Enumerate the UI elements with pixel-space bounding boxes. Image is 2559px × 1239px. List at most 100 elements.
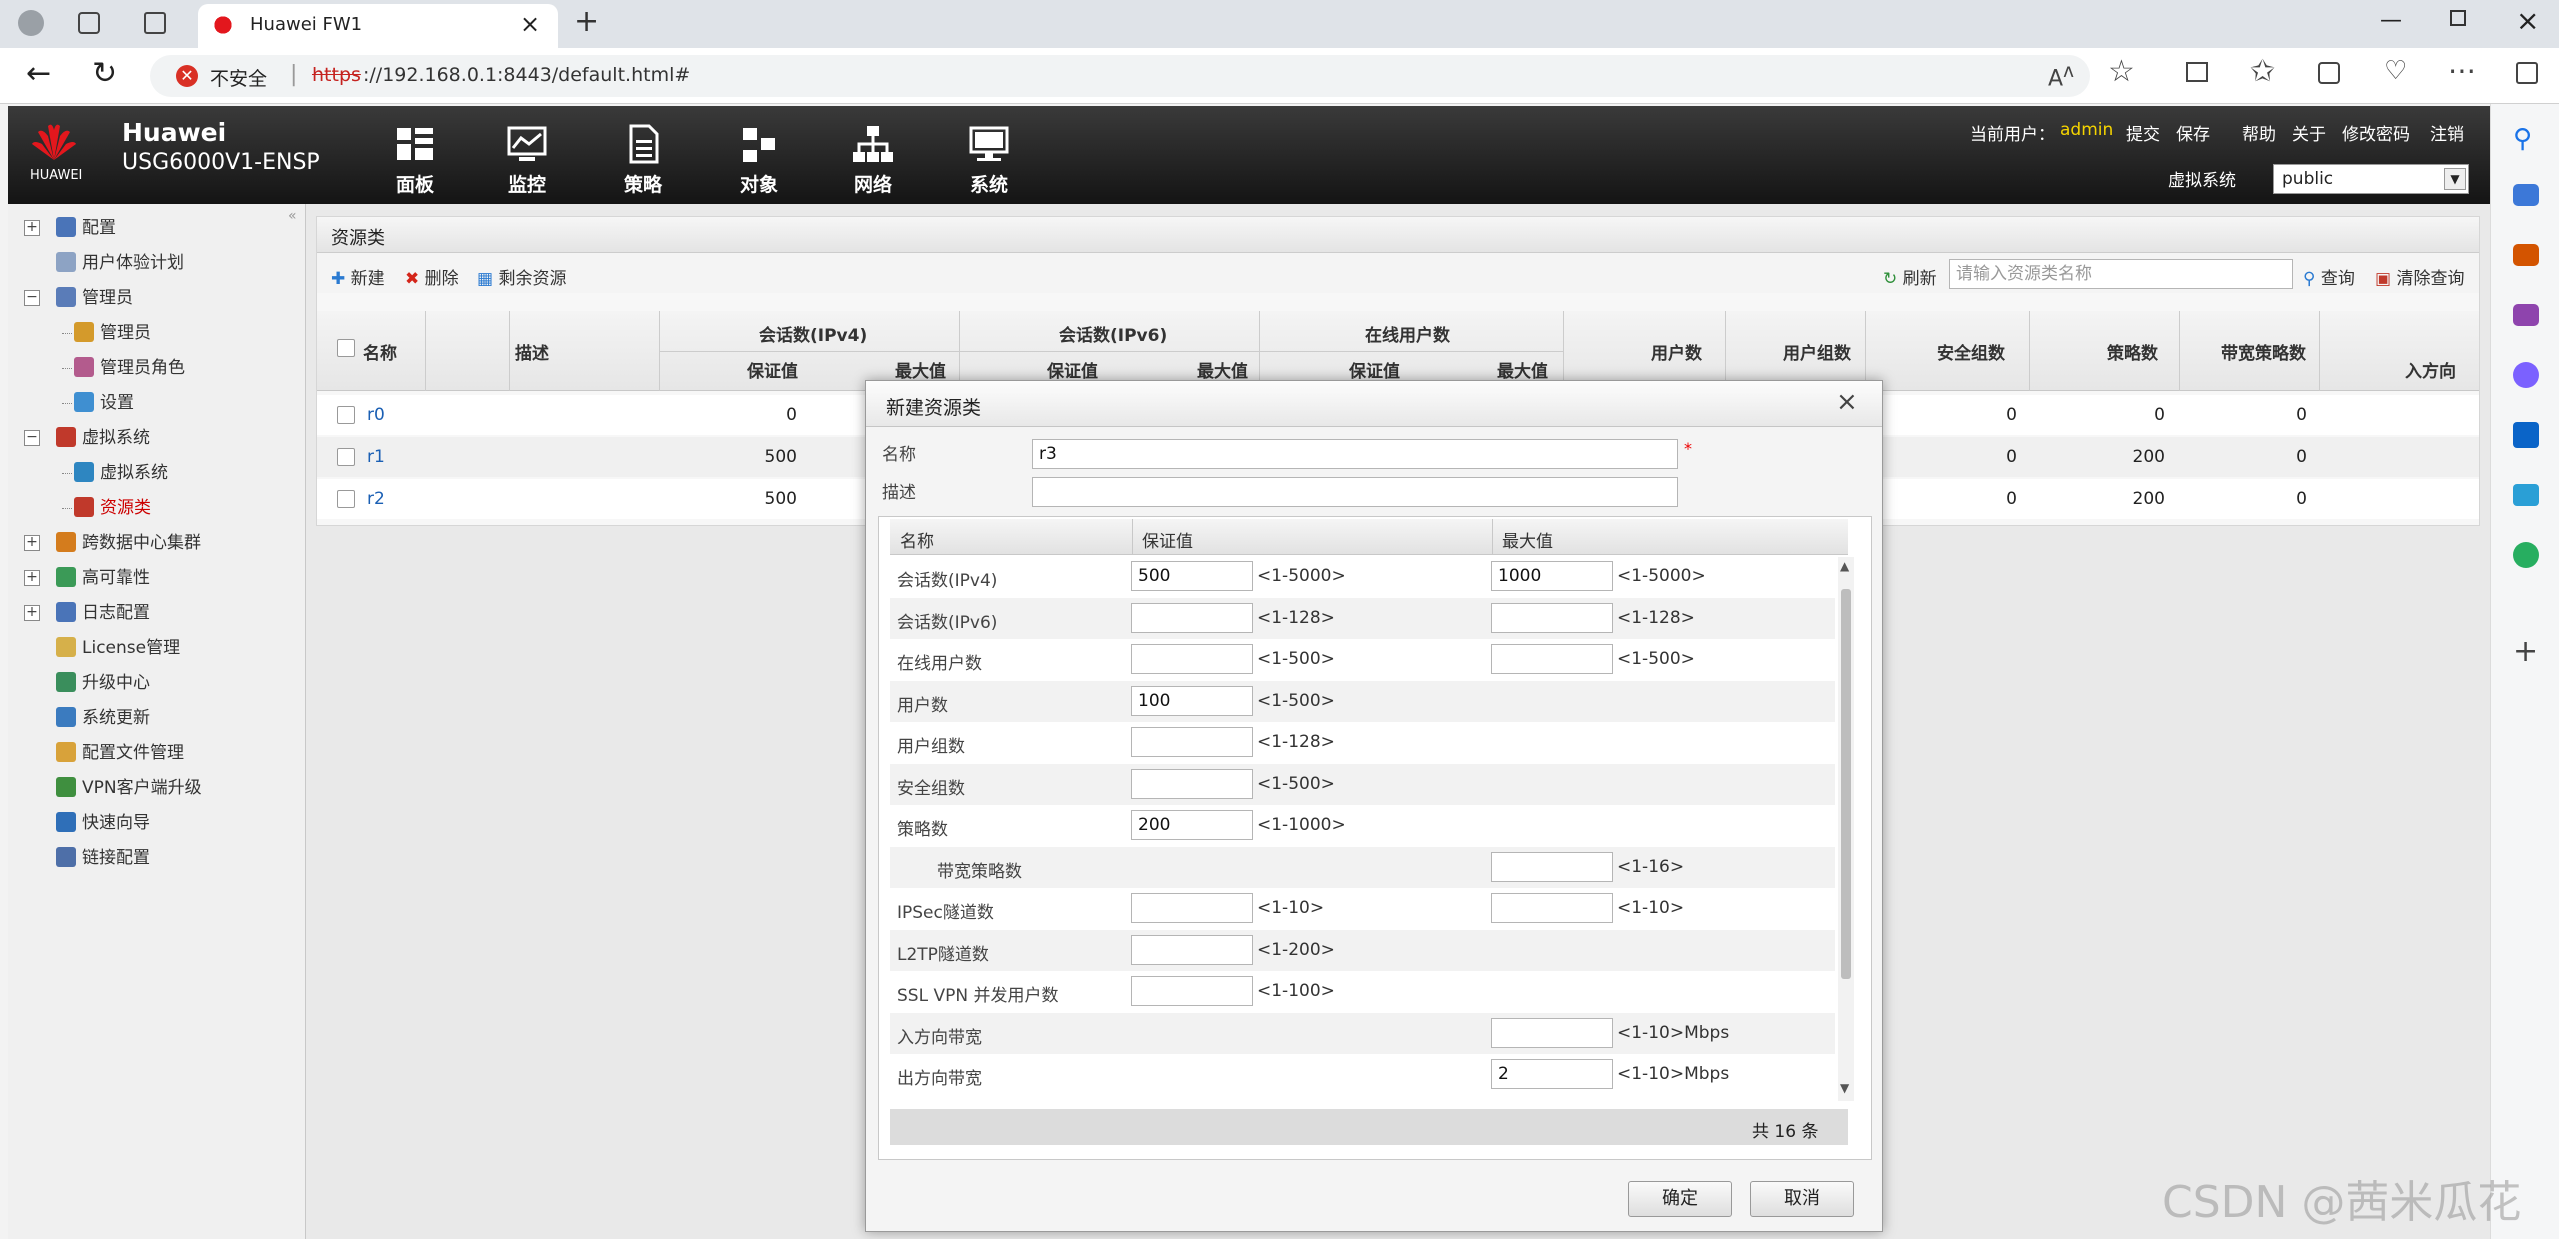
tree-item[interactable]: VPN客户端升级 [56, 774, 202, 802]
logout-link[interactable]: 注销 [2430, 120, 2464, 145]
about-link[interactable]: 关于 [2292, 120, 2326, 145]
collapse-handle-icon[interactable]: « [288, 208, 297, 224]
help-link[interactable]: 帮助 [2242, 120, 2276, 145]
col-policies[interactable]: 策略数 [2107, 339, 2158, 364]
close-icon[interactable]: × [1836, 387, 1858, 417]
col-ipv4-max[interactable]: 最大值 [895, 357, 946, 382]
guarantee-input[interactable]: 500 [1131, 561, 1253, 591]
security-label[interactable]: 不安全 [210, 64, 267, 91]
add-sidebar-icon[interactable]: + [2513, 634, 2538, 669]
col-desc[interactable]: 描述 [515, 339, 549, 364]
tree-item[interactable]: 管理员 [56, 284, 133, 312]
col-security-groups[interactable]: 安全组数 [1937, 339, 2005, 364]
sidebar-toggle-icon[interactable] [2516, 62, 2538, 84]
tree-item[interactable]: 日志配置 [56, 599, 150, 627]
browser-essentials-icon[interactable]: ♡ [2384, 56, 2407, 86]
col-inbound[interactable]: 入方向 [2405, 357, 2456, 382]
ok-button[interactable]: 确定 [1628, 1181, 1732, 1217]
max-input[interactable] [1491, 644, 1613, 674]
guarantee-input[interactable] [1131, 976, 1253, 1006]
tree-item[interactable]: 虚拟系统 [56, 424, 150, 452]
col-users[interactable]: 用户数 [1651, 339, 1702, 364]
query-button[interactable]: ⚲ 查询 [2303, 264, 2355, 289]
cancel-button[interactable]: 取消 [1750, 1181, 1854, 1217]
games-icon[interactable] [2513, 304, 2539, 326]
restore-icon[interactable] [2450, 10, 2466, 26]
close-tab-icon[interactable]: × [520, 10, 540, 38]
outlook-icon[interactable] [2513, 422, 2539, 448]
tree-item[interactable]: 系统更新 [56, 704, 150, 732]
more-menu-icon[interactable]: ⋯ [2448, 54, 2476, 87]
scroll-thumb[interactable] [1841, 589, 1851, 979]
tree-item[interactable]: 管理员 [74, 319, 151, 347]
row-checkbox[interactable] [337, 406, 355, 424]
tree-item[interactable]: 管理员角色 [74, 354, 185, 382]
tree-item[interactable]: 链接配置 [56, 844, 150, 872]
grid-scrollbar[interactable]: ▲ ▼ [1838, 557, 1854, 1101]
scroll-down-icon[interactable]: ▼ [1840, 1081, 1849, 1095]
clear-query-button[interactable]: ▣ 清除查询 [2375, 264, 2464, 289]
max-input[interactable] [1491, 602, 1613, 633]
max-input[interactable]: 2 [1491, 1059, 1613, 1089]
tab-actions-icon[interactable] [144, 12, 166, 34]
col-online-max[interactable]: 最大值 [1497, 357, 1548, 382]
close-window-icon[interactable]: × [2516, 4, 2539, 37]
guarantee-input[interactable] [1131, 768, 1253, 799]
nav-monitor[interactable]: 监控 [482, 124, 572, 202]
desc-field[interactable] [1032, 477, 1678, 507]
split-screen-icon[interactable] [2186, 62, 2208, 82]
tree-item[interactable]: 配置 [56, 214, 116, 242]
save-link[interactable]: 保存 [2176, 120, 2210, 145]
tree-item[interactable]: 用户体验计划 [56, 249, 184, 277]
tree-expander-icon[interactable]: + [24, 605, 40, 621]
send-icon[interactable] [2513, 484, 2539, 506]
scroll-up-icon[interactable]: ▲ [1840, 559, 1849, 573]
max-input[interactable]: 1000 [1491, 561, 1613, 591]
col-ipv6-guarantee[interactable]: 保证值 [1047, 357, 1098, 382]
col-bw-policies[interactable]: 带宽策略数 [2221, 339, 2306, 364]
tree-icon[interactable] [2513, 542, 2539, 568]
vsys-select[interactable]: public ▼ [2273, 164, 2469, 194]
profile-icon[interactable] [18, 10, 44, 36]
search-icon[interactable]: ⚲ [2513, 124, 2532, 154]
tree-item[interactable]: 设置 [74, 389, 134, 417]
row-name-link[interactable]: r1 [367, 447, 385, 467]
guarantee-input[interactable] [1131, 727, 1253, 757]
tree-item[interactable]: 快速向导 [56, 809, 150, 837]
reload-icon[interactable]: ↻ [92, 56, 117, 91]
guarantee-input[interactable] [1131, 893, 1253, 923]
tree-item[interactable]: 配置文件管理 [56, 739, 184, 767]
nav-dashboard[interactable]: 面板 [370, 124, 460, 202]
search-input[interactable]: 请输入资源类名称 [1949, 259, 2293, 289]
guarantee-input[interactable] [1131, 934, 1253, 965]
nav-policy[interactable]: 策略 [598, 124, 688, 202]
tree-item[interactable]: 跨数据中心集群 [56, 529, 201, 557]
tree-item[interactable]: 资源类 [74, 494, 151, 522]
remaining-resources-button[interactable]: ▦ 剩余资源 [477, 264, 566, 289]
guarantee-input[interactable]: 100 [1131, 685, 1253, 716]
read-aloud-icon[interactable]: Aʌ [2048, 61, 2074, 91]
minimize-icon[interactable]: — [2380, 8, 2402, 33]
col-user-groups[interactable]: 用户组数 [1783, 339, 1851, 364]
change-password-link[interactable]: 修改密码 [2342, 120, 2410, 145]
select-all-checkbox[interactable] [337, 339, 355, 357]
browser-tab[interactable]: Huawei FW1 × [198, 4, 558, 48]
bookmark-icon[interactable]: ☆ [2108, 54, 2135, 89]
tree-expander-icon[interactable]: − [24, 290, 40, 306]
tree-expander-icon[interactable]: − [24, 430, 40, 446]
col-name[interactable]: 名称 [363, 339, 397, 364]
nav-object[interactable]: 对象 [714, 124, 804, 202]
col-ipv6-max[interactable]: 最大值 [1197, 357, 1248, 382]
workspaces-icon[interactable] [78, 12, 100, 34]
max-input[interactable] [1491, 893, 1613, 923]
guarantee-input[interactable] [1131, 602, 1253, 633]
favorites-icon[interactable]: ✩ [2250, 54, 2275, 89]
tree-expander-icon[interactable]: + [24, 535, 40, 551]
nav-network[interactable]: 网络 [828, 124, 918, 202]
refresh-button[interactable]: ↻ 刷新 [1883, 264, 1937, 289]
new-tab-icon[interactable]: + [574, 4, 599, 39]
tree-expander-icon[interactable]: + [24, 570, 40, 586]
copilot-icon[interactable] [2513, 362, 2539, 388]
guarantee-input[interactable] [1131, 644, 1253, 674]
tree-item[interactable]: License管理 [56, 634, 180, 662]
